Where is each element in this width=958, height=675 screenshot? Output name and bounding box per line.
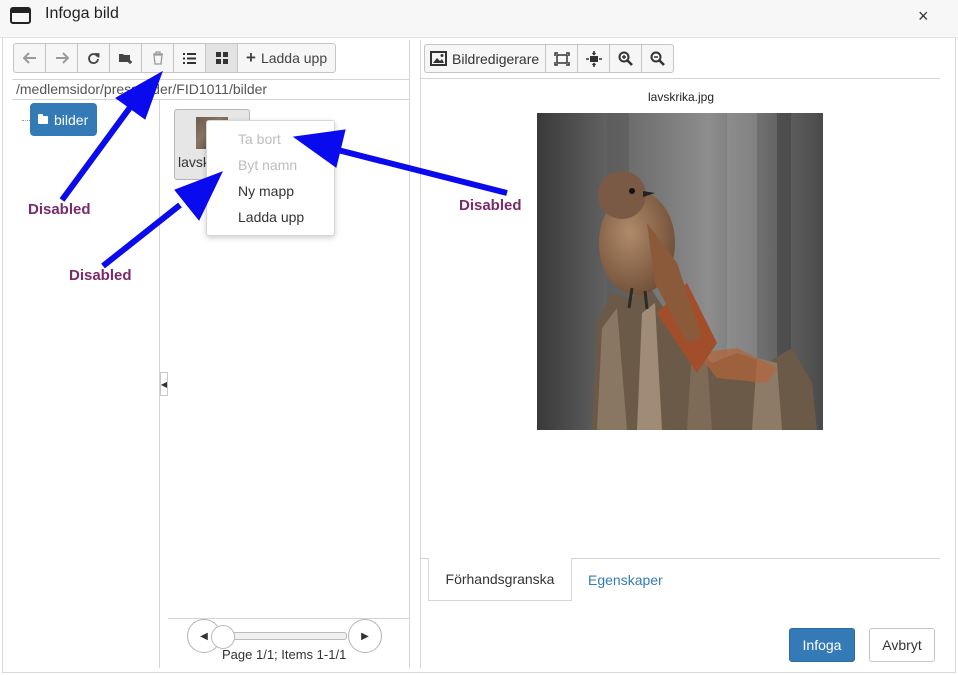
tree-node-bilder[interactable]: bilder — [30, 103, 97, 136]
breadcrumb-path: /medlemsidor/pressbilder/FID1011/bilder — [12, 79, 410, 100]
image-edit-icon — [430, 51, 447, 66]
annotation-label-delete: Disabled — [28, 201, 91, 218]
collapse-handle[interactable]: ◀ — [160, 372, 168, 396]
list-view-button[interactable] — [173, 43, 206, 73]
page-slider-track[interactable] — [225, 632, 347, 640]
folder-tree: bilder — [12, 100, 160, 668]
back-button[interactable] — [13, 43, 46, 73]
forward-button[interactable] — [45, 43, 78, 73]
annotation-label-context: Disabled — [459, 197, 522, 214]
fit-to-window-icon — [553, 51, 570, 66]
arrow-left-icon — [22, 52, 36, 64]
menu-item-new-folder[interactable]: Ny mapp — [238, 183, 294, 199]
grid-view-button[interactable] — [205, 43, 238, 73]
folder-plus-icon — [119, 54, 132, 64]
menu-item-delete: Ta bort — [238, 131, 281, 147]
arrow-right-icon — [55, 52, 69, 64]
tab-properties[interactable]: Egenskaper — [588, 572, 663, 588]
refresh-icon — [88, 52, 100, 64]
list-view-icon — [183, 52, 196, 64]
toolbar-divider — [420, 78, 940, 79]
folder-icon — [38, 113, 48, 124]
menu-item-upload[interactable]: Ladda upp — [238, 209, 304, 225]
preview-filename: lavskrika.jpg — [648, 90, 715, 104]
upload-label: Ladda upp — [260, 50, 328, 66]
fit-button[interactable] — [545, 44, 579, 73]
window-icon — [10, 7, 31, 24]
image-editor-button[interactable]: Bildredigerare — [424, 44, 547, 73]
dialog-title: Infoga bild — [45, 5, 119, 22]
zoom-in-button[interactable] — [609, 44, 643, 73]
zoom-out-icon — [650, 51, 666, 66]
bird-photo — [537, 113, 823, 430]
file-toolbar: + Ladda upp — [13, 43, 337, 73]
new-folder-button[interactable] — [109, 43, 142, 73]
context-menu: Ta bort Byt namn Ny mapp Ladda upp — [206, 120, 335, 236]
image-toolbar: Bildredigerare — [424, 44, 675, 73]
refresh-button[interactable] — [77, 43, 110, 73]
page-slider-handle[interactable] — [211, 625, 235, 649]
dialog-titlebar: Infoga bild × — [0, 0, 958, 38]
plus-icon: + — [246, 48, 256, 67]
zoom-in-icon — [618, 51, 634, 66]
cancel-button[interactable]: Avbryt — [869, 628, 935, 662]
tab-preview[interactable]: Förhandsgranska — [428, 558, 572, 601]
delete-button[interactable] — [141, 43, 174, 73]
preview-image — [537, 113, 823, 430]
annotation-label-rename: Disabled — [69, 267, 132, 284]
grid-view-icon — [215, 52, 228, 64]
close-icon[interactable]: × — [918, 6, 929, 27]
upload-button[interactable]: + Ladda upp — [237, 43, 337, 73]
actual-size-button[interactable] — [577, 44, 611, 73]
trash-icon — [152, 51, 163, 65]
zoom-out-button[interactable] — [641, 44, 675, 73]
actual-size-icon — [585, 50, 602, 67]
pager-status: Page 1/1; Items 1-1/1 — [222, 647, 347, 662]
image-editor-label: Bildredigerare — [452, 50, 540, 67]
menu-item-rename: Byt namn — [238, 157, 298, 173]
tree-node-label: bilder — [54, 111, 89, 128]
next-page-button[interactable]: ▶ — [348, 619, 382, 653]
insert-button[interactable]: Infoga — [789, 628, 855, 662]
